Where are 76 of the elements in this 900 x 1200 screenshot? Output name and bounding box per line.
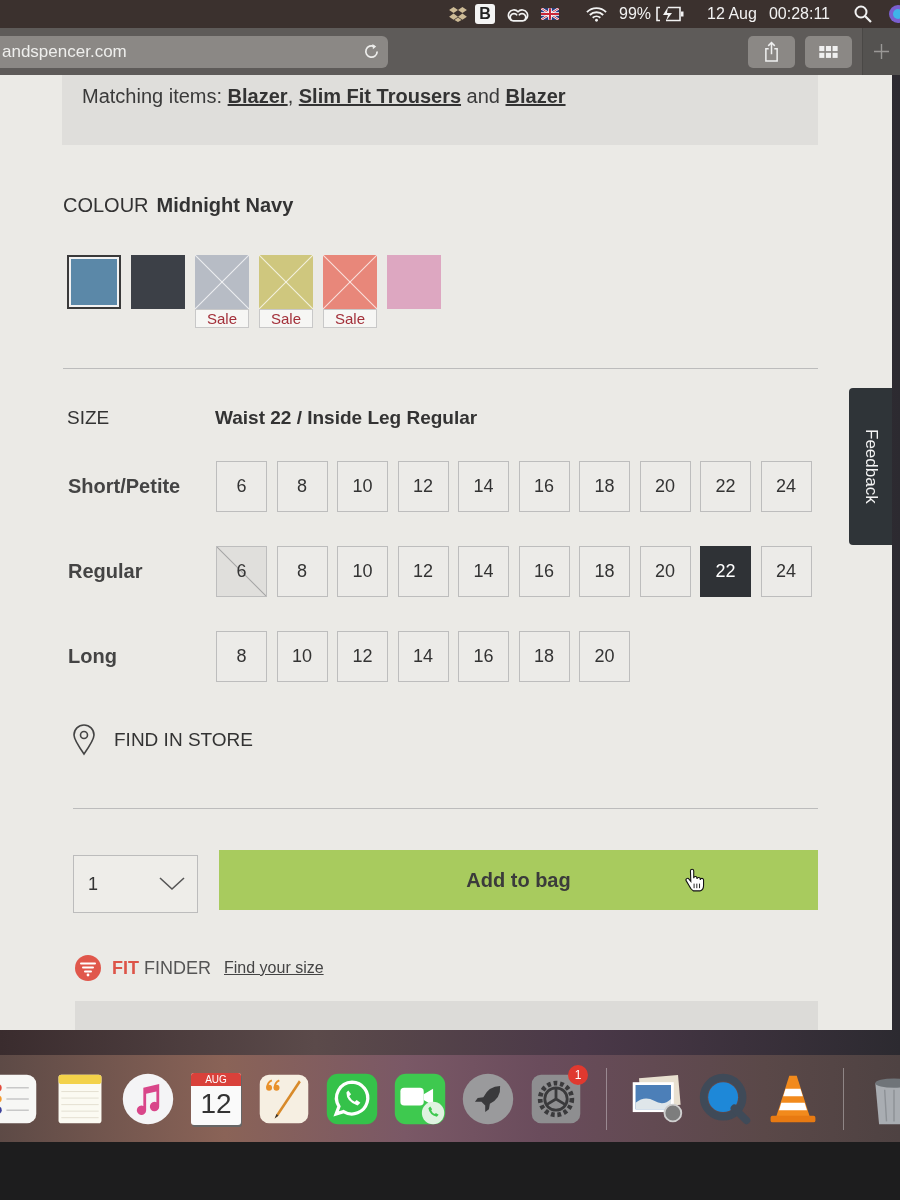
wifi-icon[interactable]: [586, 6, 608, 22]
calendar-month: AUG: [191, 1072, 241, 1086]
menu-bar-clock: 00:28:11: [768, 5, 830, 23]
size-option[interactable]: 12: [337, 631, 388, 682]
tab-overview-button[interactable]: [805, 35, 852, 68]
size-selection: Waist 22 / Inside Leg Regular: [215, 407, 478, 429]
calendar-icon[interactable]: AUG 12: [191, 1072, 241, 1125]
sale-badge: Sale: [259, 309, 313, 328]
size-row-label: Regular: [68, 560, 144, 583]
colour-label: COLOUR: [63, 193, 149, 217]
colour-swatch[interactable]: [195, 255, 249, 309]
size-option[interactable]: 16: [518, 461, 570, 512]
feedback-tab[interactable]: Feedback: [849, 388, 892, 545]
colour-swatch[interactable]: [131, 255, 185, 309]
size-option[interactable]: 14: [458, 461, 509, 512]
size-option[interactable]: 22: [700, 546, 751, 597]
dropbox-icon[interactable]: [449, 6, 468, 22]
size-option[interactable]: 20: [639, 461, 691, 512]
size-option[interactable]: 8: [276, 461, 328, 512]
colour-name: Midnight Navy: [156, 193, 294, 217]
battery-charging-icon[interactable]: [655, 6, 686, 22]
chevron-down-icon: [159, 877, 185, 891]
plus-icon: [874, 44, 889, 59]
size-option[interactable]: 14: [458, 546, 509, 597]
size-option[interactable]: 16: [518, 546, 570, 597]
colour-swatch[interactable]: [387, 255, 441, 309]
find-in-store-link[interactable]: FIND IN STORE: [72, 724, 253, 756]
size-option[interactable]: 22: [700, 461, 751, 512]
grid-icon: [819, 45, 838, 58]
map-pin-icon: [72, 724, 96, 756]
product-link[interactable]: Blazer: [505, 85, 566, 107]
reload-icon[interactable]: [363, 43, 380, 60]
search-icon[interactable]: [854, 5, 872, 23]
colour-swatch[interactable]: [323, 255, 377, 309]
colour-swatch[interactable]: [259, 255, 313, 309]
sale-badge: Sale: [323, 309, 377, 328]
size-option[interactable]: 6: [216, 546, 267, 597]
filter-icon: [75, 955, 101, 981]
quantity-select[interactable]: 1: [73, 855, 198, 913]
hand-cursor-icon: [685, 868, 705, 892]
size-option[interactable]: 24: [760, 461, 812, 512]
size-option[interactable]: 14: [397, 631, 449, 682]
battery-percentage: 99%: [619, 5, 652, 23]
fit-finder-logo: FIT FINDER: [112, 957, 211, 979]
sale-badge: Sale: [195, 309, 249, 328]
share-button[interactable]: [748, 35, 795, 68]
size-option[interactable]: 8: [276, 546, 328, 597]
product-link[interactable]: Blazer: [227, 85, 288, 107]
find-your-size-link[interactable]: Find your size: [224, 959, 324, 977]
size-option[interactable]: 20: [579, 631, 630, 682]
size-option[interactable]: 10: [337, 546, 388, 597]
colour-swatch[interactable]: [67, 255, 121, 309]
size-option[interactable]: 10: [276, 631, 328, 682]
size-option[interactable]: 18: [579, 546, 630, 597]
size-option[interactable]: 18: [518, 631, 570, 682]
notification-badge: 1: [568, 1064, 588, 1085]
size-option[interactable]: 8: [216, 631, 267, 682]
size-option[interactable]: 18: [579, 461, 630, 512]
size-row-label: Long: [68, 645, 118, 668]
flag-icon[interactable]: [541, 8, 560, 20]
size-label: SIZE: [67, 407, 111, 429]
size-row-label: Short/Petite: [68, 475, 182, 498]
size-option[interactable]: 12: [397, 461, 449, 512]
menu-bar-date: 12 Aug: [707, 5, 757, 23]
calendar-day: 12: [200, 1085, 232, 1122]
size-option[interactable]: 24: [760, 546, 812, 597]
size-option[interactable]: 12: [397, 546, 449, 597]
matching-items-text: Matching items: Blazer, Slim Fit Trousers and Blazer: [82, 84, 567, 108]
size-option[interactable]: 6: [216, 461, 267, 512]
size-option[interactable]: 10: [337, 461, 388, 512]
size-option[interactable]: 20: [639, 546, 691, 597]
size-option[interactable]: 16: [458, 631, 509, 682]
share-icon: [764, 41, 779, 62]
product-link[interactable]: Slim Fit Trousers: [298, 85, 462, 107]
app-logo[interactable]: B: [475, 4, 496, 24]
add-to-bag-button[interactable]: Add to bag: [219, 850, 818, 910]
